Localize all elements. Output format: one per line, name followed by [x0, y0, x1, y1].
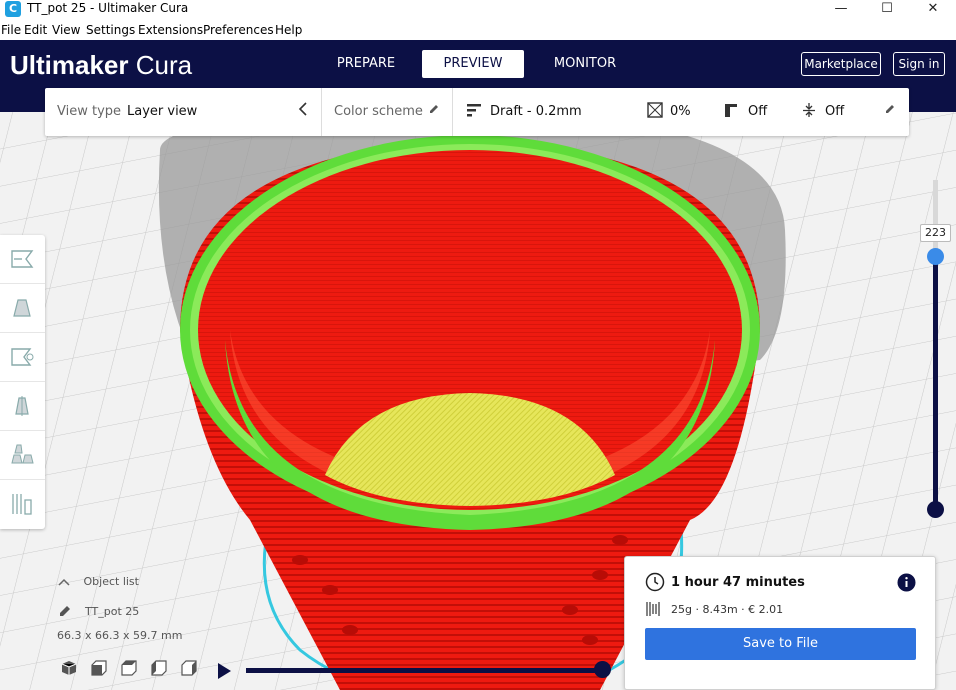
print-info-panel: 1 hour 47 minutes 25g · 8.43m · € 2.01 S… [624, 556, 936, 690]
print-time: 1 hour 47 minutes [671, 575, 805, 590]
clock-icon [645, 572, 665, 596]
color-scheme-label[interactable]: Color scheme [334, 104, 423, 119]
rotate-tool-button[interactable] [0, 333, 45, 382]
3d-view-icon[interactable] [60, 659, 78, 677]
menu-edit[interactable]: Edit [24, 23, 47, 37]
object-list-toggle[interactable]: Object list [58, 575, 139, 588]
simulation-slider-track[interactable] [246, 668, 604, 673]
move-icon [11, 250, 34, 268]
rotate-icon [11, 348, 34, 366]
layer-slider-track[interactable] [933, 255, 938, 510]
menu-help[interactable]: Help [275, 23, 302, 37]
chevron-up-icon [58, 578, 70, 586]
scale-tool-button[interactable] [0, 284, 45, 333]
logo-brand: Ultimaker [10, 50, 129, 80]
chevron-left-icon[interactable] [294, 102, 312, 120]
tool-panel [0, 235, 45, 529]
menu-view[interactable]: View [52, 23, 80, 37]
view-type-dropdown[interactable]: Layer view [127, 104, 197, 119]
window-title: TT_pot 25 - Ultimaker Cura [27, 1, 189, 15]
sign-in-button[interactable]: Sign in [893, 52, 945, 76]
menu-extensions[interactable]: Extensions [138, 23, 203, 37]
info-icon[interactable] [897, 573, 916, 596]
right-view-icon[interactable] [180, 659, 198, 677]
print-profile-selector[interactable]: Draft - 0.2mm [490, 104, 582, 119]
object-name[interactable]: TT_pot 25 [85, 605, 139, 618]
toolbar-divider [452, 88, 453, 136]
scale-icon [13, 299, 31, 317]
view-type-label: View type [57, 104, 122, 119]
window-title-bar: C TT_pot 25 - Ultimaker Cura — ☐ ✕ [0, 0, 956, 20]
adhesion-value[interactable]: Off [825, 104, 844, 119]
top-view-icon[interactable] [120, 659, 138, 677]
tab-preview[interactable]: PREVIEW [422, 50, 524, 78]
per-model-settings-icon [11, 444, 34, 464]
save-to-file-button[interactable]: Save to File [645, 628, 916, 660]
layer-slider-bottom-handle[interactable] [927, 501, 944, 518]
logo-product: Cura [135, 50, 193, 80]
view-settings-toolbar: View type Layer view Color scheme Draft … [45, 88, 909, 136]
close-button[interactable]: ✕ [910, 0, 956, 20]
infill-value[interactable]: 0% [670, 104, 691, 119]
mirror-icon [15, 396, 29, 416]
move-tool-button[interactable] [0, 235, 45, 284]
object-dimensions: 66.3 x 66.3 x 59.7 mm [57, 629, 183, 642]
menu-bar: File Edit View Settings Extensions Prefe… [0, 20, 956, 40]
object-list-label: Object list [83, 575, 139, 588]
ultimaker-cura-logo: Ultimaker Cura [10, 50, 192, 81]
left-view-icon[interactable] [150, 659, 168, 677]
menu-preferences[interactable]: Preferences [203, 23, 274, 37]
menu-file[interactable]: File [1, 23, 21, 37]
pencil-icon[interactable] [881, 102, 899, 120]
spool-icon [646, 601, 662, 621]
simulation-slider-handle[interactable] [594, 661, 611, 678]
front-view-icon[interactable] [90, 659, 108, 677]
cura-app-icon: C [5, 1, 21, 17]
support-value[interactable]: Off [748, 104, 767, 119]
pencil-icon[interactable] [425, 102, 443, 120]
toolbar-divider [321, 88, 322, 136]
layer-slider-top-handle[interactable] [927, 248, 944, 265]
menu-settings[interactable]: Settings [86, 23, 135, 37]
infill-icon [646, 102, 664, 120]
support-blocker-button[interactable] [0, 480, 45, 529]
mirror-tool-button[interactable] [0, 382, 45, 431]
layer-slider-track-upper [933, 180, 938, 255]
support-icon [722, 102, 740, 120]
maximize-button[interactable]: ☐ [864, 0, 910, 20]
per-model-settings-button[interactable] [0, 431, 45, 480]
current-layer-number[interactable]: 223 [920, 224, 951, 242]
material-usage: 25g · 8.43m · € 2.01 [671, 603, 784, 616]
tab-monitor[interactable]: MONITOR [545, 50, 625, 78]
adhesion-icon [800, 102, 818, 120]
minimize-button[interactable]: — [818, 0, 864, 20]
profile-bars-icon [465, 102, 483, 120]
support-blocker-icon [12, 494, 32, 515]
pencil-icon[interactable] [58, 603, 72, 622]
marketplace-button[interactable]: Marketplace [801, 52, 881, 76]
tab-prepare[interactable]: PREPARE [328, 50, 404, 78]
play-icon[interactable] [216, 662, 232, 684]
